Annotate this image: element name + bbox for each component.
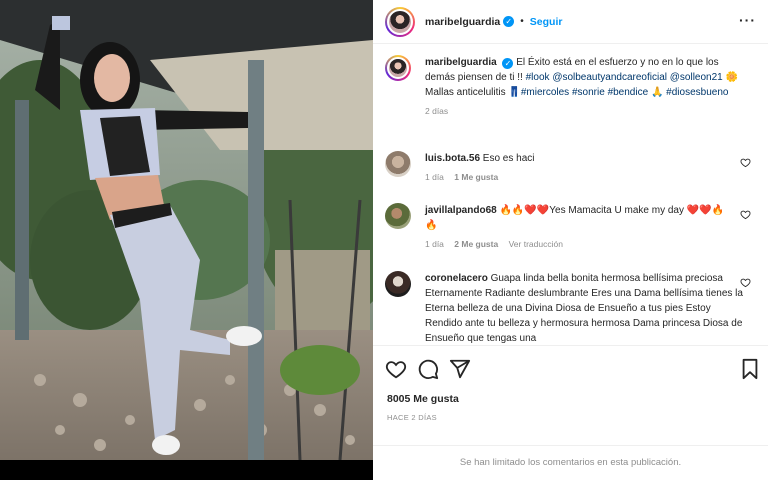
comment-avatar[interactable]	[385, 151, 411, 177]
like-heart-icon[interactable]	[385, 358, 407, 380]
caption-emoji: 🙏	[650, 87, 664, 98]
comment-username[interactable]: javillalpando68	[425, 205, 497, 216]
more-options-icon[interactable]: ···	[739, 12, 756, 28]
comment-age: 1 día	[425, 239, 444, 249]
caption-avatar[interactable]	[385, 55, 411, 81]
caption-meta: 2 días	[425, 104, 745, 119]
author-username[interactable]: maribelguardia	[425, 16, 500, 28]
caption-username[interactable]: maribelguardia	[425, 57, 497, 68]
comment-icon[interactable]	[417, 358, 439, 380]
like-comment-heart-icon[interactable]	[740, 209, 751, 220]
post-image	[0, 0, 373, 460]
caption-tag[interactable]: #look	[526, 72, 550, 83]
caption-tag[interactable]: #diosesbueno	[666, 87, 728, 98]
post-side-panel: maribelguardia ✓ • Seguir ··· maribelgua…	[373, 0, 768, 480]
caption: maribelguardia ✓ El Éxito está en el esf…	[385, 55, 757, 119]
verified-badge-icon: ✓	[502, 58, 514, 69]
like-comment-heart-icon[interactable]	[740, 277, 751, 288]
comments-list[interactable]: maribelguardia ✓ El Éxito está en el esf…	[373, 45, 768, 345]
author-avatar[interactable]	[385, 6, 415, 37]
comment-username[interactable]: coronelacero	[425, 273, 488, 284]
caption-tag[interactable]: #miercoles	[521, 87, 569, 98]
post-timestamp: HACE 2 DÍAS	[387, 413, 437, 422]
caption-tag[interactable]: @solbeautyandcareoficial	[552, 72, 667, 83]
instagram-post-modal: maribelguardia ✓ • Seguir ··· maribelgua…	[0, 0, 768, 480]
comment-meta: 1 día 1 Me gusta	[425, 170, 725, 185]
save-bookmark-icon[interactable]	[739, 358, 761, 380]
caption-tag[interactable]: #sonrie	[572, 87, 605, 98]
verified-badge-icon: ✓	[503, 16, 515, 27]
comment-text: Eso es haci	[482, 153, 535, 164]
caption-tag[interactable]: @solleon21	[670, 72, 723, 83]
separator-dot: •	[520, 16, 524, 27]
comment-likes[interactable]: 1 Me gusta	[454, 172, 498, 182]
comments-limited-notice: Se han limitado los comentarios en esta …	[373, 445, 768, 480]
share-icon[interactable]	[449, 358, 471, 380]
follow-button[interactable]: Seguir	[530, 16, 563, 28]
see-translation-link[interactable]: Ver traducción	[509, 239, 563, 249]
like-count[interactable]: 8005 Me gusta	[387, 393, 459, 405]
post-header: maribelguardia ✓ • Seguir ···	[373, 0, 768, 44]
post-actions: 8005 Me gusta HACE 2 DÍAS	[373, 345, 768, 445]
comment-avatar[interactable]	[385, 271, 411, 297]
post-photo[interactable]	[0, 0, 373, 460]
comment-row: coronelacero Guapa linda bella bonita he…	[385, 271, 757, 345]
comment-avatar[interactable]	[385, 203, 411, 229]
comment-likes[interactable]: 2 Me gusta	[454, 239, 498, 249]
comment-age: 1 día	[425, 172, 444, 182]
like-comment-heart-icon[interactable]	[740, 157, 751, 168]
caption-age: 2 días	[425, 106, 449, 116]
comment-meta: 1 día 2 Me gusta Ver traducción	[425, 237, 725, 252]
comment-row: luis.bota.56 Eso es haci 1 día 1 Me gust…	[385, 151, 757, 185]
comment-username[interactable]: luis.bota.56	[425, 153, 480, 164]
caption-tag[interactable]: #bendice	[608, 87, 649, 98]
comment-row: javillalpando68 🔥🔥❤️❤️Yes Mamacita U mak…	[385, 203, 757, 252]
photo-bottom-bar	[0, 460, 373, 480]
